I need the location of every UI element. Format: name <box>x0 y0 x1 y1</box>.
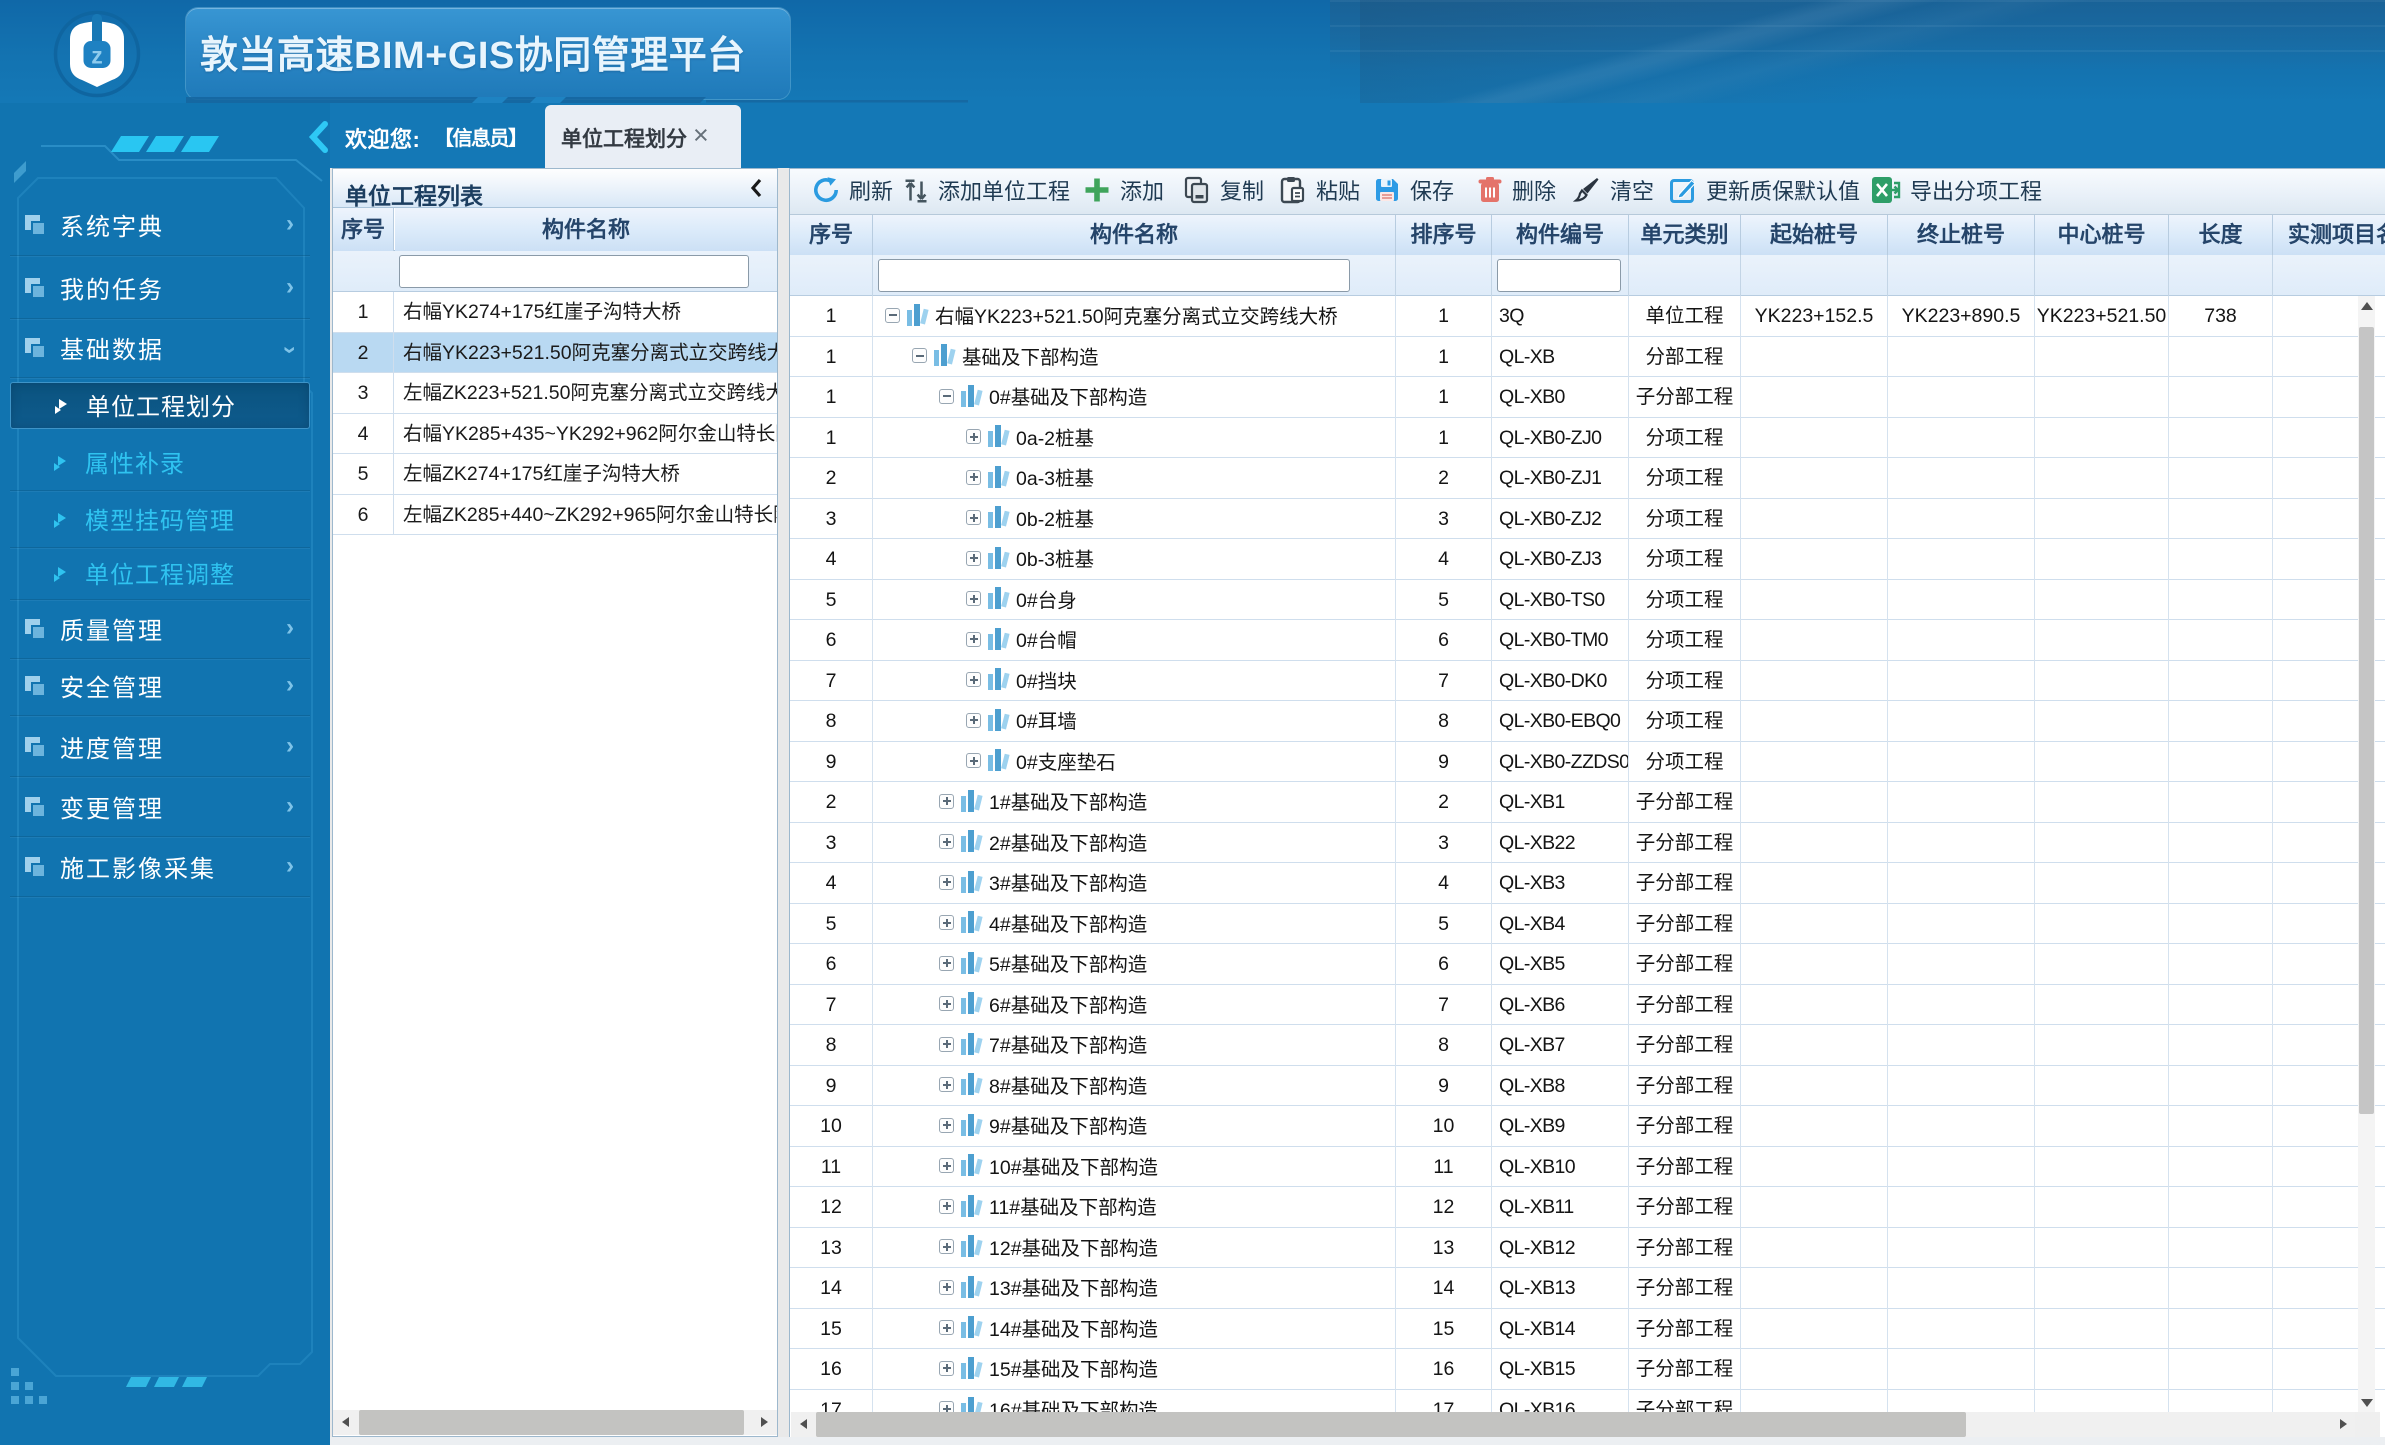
svg-text:z: z <box>91 43 103 69</box>
